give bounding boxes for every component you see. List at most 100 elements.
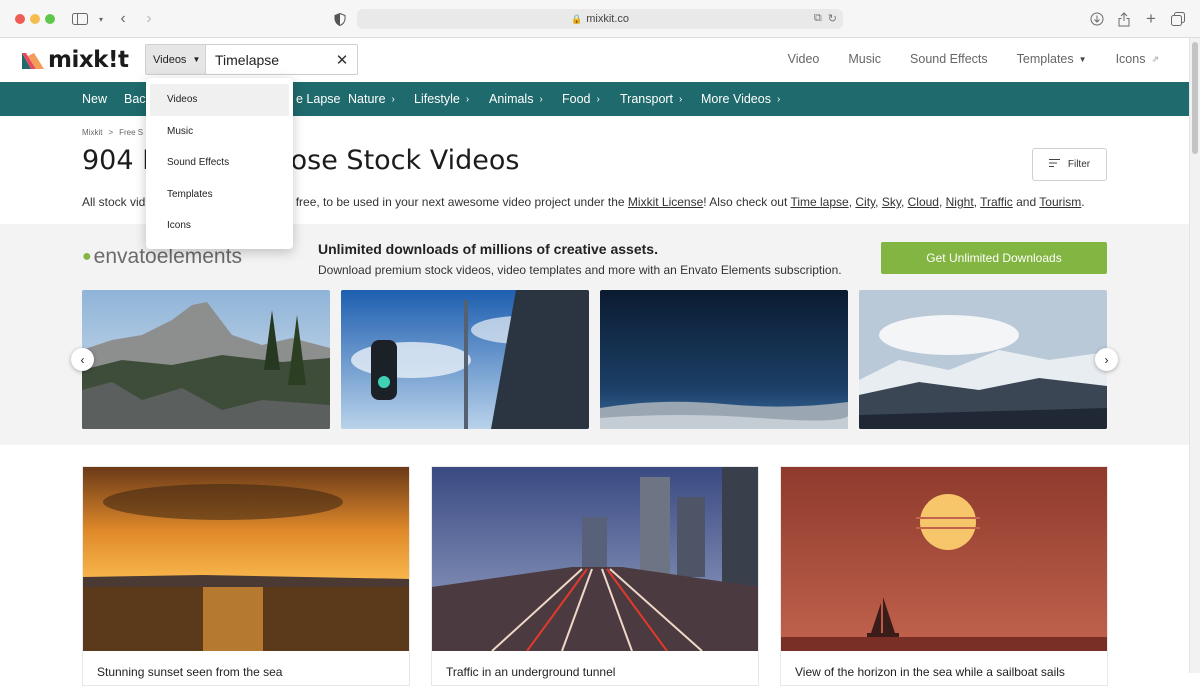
get-unlimited-downloads-button[interactable]: Get Unlimited Downloads	[881, 242, 1107, 274]
filter-button[interactable]: Filter	[1032, 148, 1107, 181]
nav-sound-effects[interactable]: Sound Effects	[910, 52, 988, 66]
category-food[interactable]: Food ›	[562, 92, 600, 106]
filter-label: Filter	[1067, 159, 1091, 170]
link-time-lapse[interactable]: Time lapse	[790, 195, 848, 209]
nav-icons-label: Icons	[1115, 52, 1146, 66]
nav-music-label: Music	[848, 52, 882, 66]
breadcrumb-free-stock[interactable]: Free S	[119, 128, 143, 137]
category-new[interactable]: New	[82, 92, 107, 106]
category-label: More Videos	[701, 92, 771, 106]
desc-and: and	[1016, 195, 1037, 209]
tabs-overview-icon[interactable]	[1168, 9, 1188, 29]
carousel-thumbnail-city[interactable]	[341, 290, 589, 429]
envato-subline: Download premium stock videos, video tem…	[318, 263, 842, 277]
search-type-dropdown: Videos Music Sound Effects Templates Ico…	[146, 78, 293, 249]
nav-video-label: Video	[787, 52, 820, 66]
link-cloud[interactable]: Cloud	[908, 195, 939, 209]
breadcrumb: Mixkit > Free S	[82, 128, 143, 137]
zoom-window-button[interactable]	[45, 14, 55, 24]
category-more-videos[interactable]: More Videos ›	[701, 92, 780, 106]
close-window-button[interactable]	[15, 14, 25, 24]
carousel-thumbnail-stars[interactable]	[600, 290, 848, 429]
minimize-window-button[interactable]	[30, 14, 40, 24]
video-card-title: Stunning sunset seen from the sea	[97, 665, 283, 679]
new-tab-icon[interactable]: +	[1141, 9, 1161, 29]
chevron-right-icon: ›	[539, 93, 543, 105]
video-card[interactable]: Stunning sunset seen from the sea	[82, 466, 410, 686]
category-label: e Lapse	[296, 92, 341, 106]
carousel-prev-button[interactable]: ‹	[71, 348, 94, 371]
logo-text: mixk!t	[48, 47, 129, 73]
forward-button[interactable]: ›	[139, 9, 159, 29]
envato-headline: Unlimited downloads of millions of creat…	[318, 241, 658, 257]
share-icon[interactable]	[1114, 9, 1134, 29]
nav-music[interactable]: Music	[848, 52, 881, 66]
video-card[interactable]: Traffic in an underground tunnel	[431, 466, 759, 686]
video-thumbnail-sunset-sea	[83, 467, 409, 651]
dropdown-item-label: Sound Effects	[167, 157, 230, 169]
category-transport[interactable]: Transport ›	[620, 92, 682, 106]
video-thumbnail-tunnel-traffic	[432, 467, 758, 651]
carousel-next-button[interactable]: ›	[1095, 348, 1118, 371]
video-card-title: Traffic in an underground tunnel	[446, 665, 616, 679]
external-link-icon: ⇗	[1151, 53, 1159, 64]
link-sky[interactable]: Sky	[882, 195, 901, 209]
category-label: Lifestyle	[414, 92, 460, 106]
search-box: Videos ▼ ✕	[145, 44, 358, 75]
address-bar[interactable]: 🔒 mixkit.co ⧉ ↻	[357, 9, 843, 29]
category-time-lapse[interactable]: e Lapse	[296, 92, 340, 106]
mixkit-logo[interactable]: mixk!t	[22, 47, 129, 73]
leaf-icon: ●	[82, 248, 92, 265]
desc-prefix: All stock vid	[82, 195, 146, 209]
desc-mid: for free, to be used in your next awesom…	[278, 195, 625, 209]
breadcrumb-mixkit[interactable]: Mixkit	[82, 128, 102, 137]
category-label: Transport	[620, 92, 674, 106]
translate-icon[interactable]: ⧉	[814, 12, 822, 25]
shield-icon[interactable]	[330, 9, 350, 29]
mixkit-license-link[interactable]: Mixkit License	[628, 195, 703, 209]
nav-icons[interactable]: Icons ⇗	[1116, 52, 1159, 66]
lock-icon: 🔒	[571, 13, 583, 24]
link-city[interactable]: City	[855, 195, 875, 209]
link-night[interactable]: Night	[946, 195, 974, 209]
video-card[interactable]: View of the horizon in the sea while a s…	[780, 466, 1108, 686]
reload-icon[interactable]: ↻	[828, 12, 837, 25]
chevron-right-icon: ›	[679, 93, 683, 105]
site-header: mixk!t Videos ▼ ✕ Video Music Sound Effe…	[0, 39, 1189, 82]
dropdown-item-icons[interactable]: Icons	[150, 210, 289, 242]
nav-video[interactable]: Video	[788, 52, 820, 66]
category-animals[interactable]: Animals ›	[489, 92, 543, 106]
back-button[interactable]: ‹	[113, 9, 133, 29]
dropdown-item-templates[interactable]: Templates	[150, 179, 289, 211]
sidebar-toggle-icon[interactable]	[70, 9, 90, 29]
chevron-right-icon: ›	[596, 93, 600, 105]
search-type-select[interactable]: Videos ▼	[146, 45, 206, 74]
category-label: Nature	[348, 92, 386, 106]
download-icon[interactable]	[1087, 9, 1107, 29]
dropdown-item-music[interactable]: Music	[150, 116, 289, 148]
link-tourism[interactable]: Tourism	[1039, 195, 1081, 209]
clear-search-icon[interactable]: ✕	[327, 45, 357, 74]
page-title-right: ose Stock Videos	[290, 145, 520, 176]
category-label: Animals	[489, 92, 534, 106]
category-lifestyle[interactable]: Lifestyle ›	[414, 92, 469, 106]
chevron-down-icon[interactable]: ▾	[91, 9, 111, 29]
carousel-thumbnail-mountain[interactable]	[82, 290, 330, 429]
carousel-thumbnail-snowy-peaks[interactable]	[859, 290, 1107, 429]
dropdown-item-label: Templates	[167, 188, 213, 200]
search-input[interactable]	[206, 45, 327, 74]
scrollbar-thumb[interactable]	[1192, 42, 1198, 154]
nav-templates[interactable]: Templates ▼	[1017, 52, 1087, 66]
dropdown-item-sound-effects[interactable]: Sound Effects	[150, 147, 289, 179]
caret-down-icon: ▼	[192, 55, 201, 64]
chevron-right-icon: ›	[465, 93, 470, 105]
caret-down-icon: ▼	[1078, 54, 1087, 64]
nav-sound-effects-label: Sound Effects	[910, 52, 988, 66]
category-nature[interactable]: Nature ›	[348, 92, 395, 106]
dropdown-item-videos[interactable]: Videos	[150, 84, 289, 116]
url-text: mixkit.co	[586, 13, 629, 25]
link-traffic[interactable]: Traffic	[980, 195, 1013, 209]
nav-templates-label: Templates	[1016, 52, 1074, 66]
browser-toolbar: ▾ ‹ › 🔒 mixkit.co ⧉ ↻ +	[0, 0, 1200, 38]
top-nav: Video Music Sound Effects Templates ▼ Ico…	[759, 52, 1159, 66]
